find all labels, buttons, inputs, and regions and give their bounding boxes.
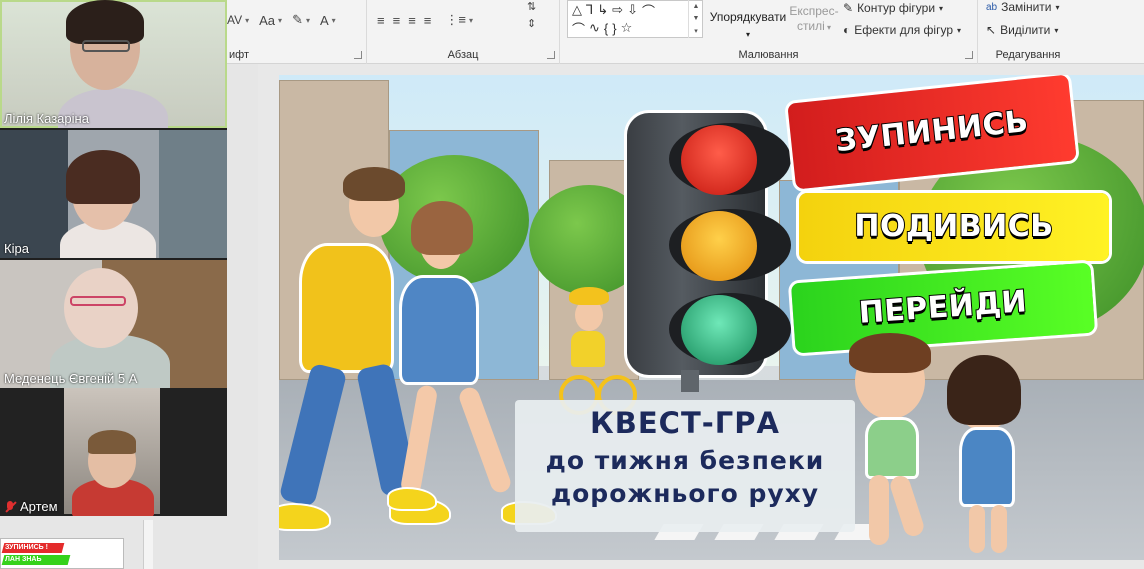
text-direction-icon[interactable]: ⇅: [527, 0, 536, 13]
pen-icon: ✎: [843, 1, 854, 15]
highlight-color-button[interactable]: ✎ ▾: [292, 12, 310, 28]
paragraph-group: ≡ ≡ ≡ ≡ ⋮≡ ▾ ⇅ ⇕ Абзац: [367, 0, 560, 64]
columns-button[interactable]: ⋮≡ ▾: [445, 12, 473, 28]
align-center-icon[interactable]: ≡: [393, 13, 401, 28]
shape-effects-button[interactable]: ◐ Ефекти для фігур ▾: [843, 23, 961, 37]
video-panel: Лілія Казаріна Кіра Меденець Євгеній 5 А…: [0, 0, 227, 516]
participant-name: Лілія Казаріна: [4, 111, 89, 126]
elbow-connector-icon[interactable]: ⅂: [586, 2, 593, 18]
participant-name: Артем: [20, 499, 58, 514]
right-arrow-icon[interactable]: ⇨: [612, 2, 623, 18]
slide-title: КВЕСТ-ГРА: [590, 406, 780, 440]
red-lamp: [669, 123, 791, 195]
slide-title-box[interactable]: КВЕСТ-ГРА до тижня безпеки дорожнього ру…: [515, 400, 855, 532]
font-dialog-launcher[interactable]: [354, 51, 362, 59]
slide-subtitle-line-1: до тижня безпеки: [545, 446, 825, 475]
participant-name-row: Артем: [4, 499, 58, 514]
video-tile-4[interactable]: Артем: [0, 388, 227, 516]
align-left-icon[interactable]: ≡: [377, 13, 385, 28]
triangle-icon[interactable]: △: [572, 2, 582, 18]
justify-icon[interactable]: ≡: [424, 13, 432, 28]
thumbnails-scrollbar[interactable]: [143, 520, 153, 569]
select-button[interactable]: ↖ Виділити ▾: [986, 23, 1058, 37]
paragraph-group-label: Абзац: [447, 49, 479, 61]
video-tile-1[interactable]: Лілія Казаріна: [0, 0, 227, 128]
cursor-icon: ↖: [986, 23, 997, 37]
drawing-group: △ ⅂ ↳ ⇨ ⇩ ⌒ ⌒ ∿{} ☆ ▲ ▼ ▾ Упорядкувати ▾ Експрес-…: [560, 0, 978, 64]
participant-name: Меденець Євгеній 5 А: [4, 371, 138, 386]
slide-subtitle-line-2: дорожнього руху: [550, 479, 820, 508]
video-tile-2[interactable]: Кіра: [0, 130, 227, 258]
wave-icon[interactable]: ∿: [589, 20, 600, 36]
editing-group: ab Замінити ▾ ↖ Виділити ▾ Редагування: [978, 0, 1078, 64]
video-tile-3[interactable]: Меденець Євгеній 5 А: [0, 260, 227, 388]
thumbnail-text-1: ЗУПИНИСЬ !: [5, 544, 48, 551]
green-lamp: [669, 293, 791, 365]
drawing-dialog-launcher[interactable]: [965, 51, 973, 59]
slide-thumbnail[interactable]: ЗУПИНИСЬ ! ЛАН ЗНАЬ: [0, 538, 124, 569]
look-banner: ПОДИВИСЬ: [799, 193, 1109, 261]
replace-button[interactable]: ab Замінити ▾: [986, 0, 1060, 14]
drawing-group-label: Малювання: [738, 49, 799, 61]
thumbnail-text-2: ЛАН ЗНАЬ: [5, 556, 42, 563]
font-color-button[interactable]: A ▾: [320, 13, 336, 28]
align-right-icon[interactable]: ≡: [408, 13, 416, 28]
effects-icon: ◐: [843, 23, 851, 37]
curve-icon[interactable]: ⌒: [572, 19, 585, 38]
yellow-lamp: [669, 209, 791, 281]
paragraph-dialog-launcher[interactable]: [547, 51, 555, 59]
arrange-button[interactable]: Упорядкувати ▾: [708, 10, 788, 42]
screen: AV ▾ Aa ▾ ✎ ▾ A ▾ ифт ≡ ≡ ≡ ≡ ⋮≡ ▾ ⇅ ⇕ Абзац: [0, 0, 1144, 569]
change-case-button[interactable]: Aa ▾: [259, 13, 282, 28]
shape-outline-button[interactable]: ✎ Контур фігури ▾: [843, 1, 943, 15]
rounded-shape-icon[interactable]: ⌒: [642, 1, 655, 20]
quick-styles-button[interactable]: Експрес- стилі ▾: [788, 4, 840, 35]
shapes-gallery-scroll[interactable]: ▲ ▼ ▾: [688, 0, 703, 38]
left-brace-icon[interactable]: {: [604, 21, 608, 36]
font-group-label: ифт: [229, 49, 249, 61]
font-group: AV ▾ Aa ▾ ✎ ▾ A ▾ ифт: [227, 0, 367, 64]
traffic-light-pole: [681, 370, 699, 392]
slide-canvas[interactable]: ЗУПИНИСЬ ПОДИВИСЬ ПЕРЕЙДИ КВЕСТ-ГРА до т…: [279, 75, 1144, 560]
align-text-icon[interactable]: ⇕: [527, 17, 536, 30]
replace-icon: ab: [986, 1, 998, 13]
connector-icon[interactable]: ↳: [597, 2, 608, 18]
star-icon[interactable]: ☆: [621, 20, 633, 36]
participant-name: Кіра: [4, 241, 29, 256]
shapes-gallery[interactable]: △ ⅂ ↳ ⇨ ⇩ ⌒ ⌒ ∿{} ☆: [567, 0, 703, 38]
editing-group-label: Редагування: [995, 49, 1061, 61]
down-arrow-icon[interactable]: ⇩: [627, 2, 638, 18]
mic-off-icon: [4, 500, 16, 513]
char-spacing-button[interactable]: AV ▾: [227, 13, 249, 27]
right-brace-icon[interactable]: }: [612, 21, 616, 36]
